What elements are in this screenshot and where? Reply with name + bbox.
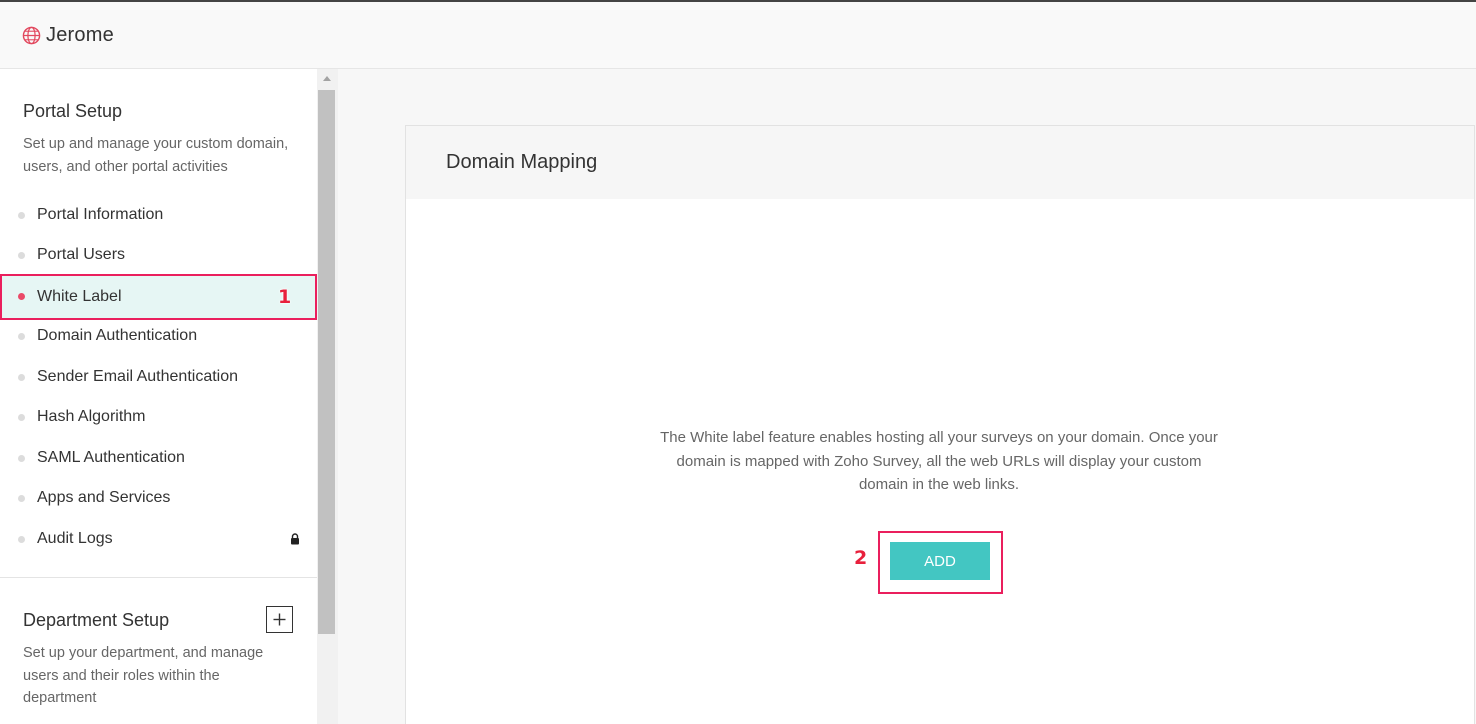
department-setup-title: Department Setup [23, 610, 170, 630]
bullet-icon [18, 293, 25, 300]
top-bar: Jerome [0, 0, 1476, 69]
main-content: Domain Mapping The White label feature e… [338, 69, 1476, 724]
globe-icon [22, 26, 41, 44]
section-divider [0, 577, 317, 578]
sidebar-item-portal-users[interactable]: Portal Users [0, 235, 317, 275]
bullet-icon [18, 455, 25, 462]
portal-setup-title: Portal Setup [23, 101, 123, 121]
sidebar-item-apps-and-services[interactable]: Apps and Services [0, 478, 317, 518]
card-title: Domain Mapping [406, 126, 1474, 199]
scrollbar-thumb[interactable] [318, 90, 335, 634]
bullet-icon [18, 374, 25, 381]
add-button[interactable]: ADD [890, 542, 990, 580]
sidebar-item-portal-information[interactable]: Portal Information [0, 195, 317, 235]
bullet-icon [18, 414, 25, 421]
sidebar-scrollbar[interactable] [317, 69, 338, 724]
bullet-icon [18, 536, 25, 543]
scroll-up-arrow-icon[interactable] [323, 76, 331, 81]
bullet-icon [18, 252, 25, 259]
sidebar-item-saml-authentication[interactable]: SAML Authentication [0, 438, 317, 478]
step-marker-2: 2 [854, 547, 868, 569]
white-label-description: The White label feature enables hosting … [660, 429, 1218, 493]
lock-icon [291, 533, 299, 545]
add-department-button[interactable] [266, 606, 293, 633]
sidebar-item-label: Portal Information [37, 206, 164, 223]
sidebar-item-audit-logs[interactable]: Audit Logs [0, 519, 317, 559]
org-name[interactable]: Jerome [46, 24, 114, 47]
sidebar-item-domain-authentication[interactable]: Domain Authentication [0, 316, 317, 356]
sidebar-item-label: White Label [37, 288, 122, 305]
sidebar-item-label: Domain Authentication [37, 327, 198, 344]
sidebar-item-hash-algorithm[interactable]: Hash Algorithm [0, 397, 317, 437]
bullet-icon [18, 212, 25, 219]
plus-icon [273, 613, 286, 626]
bullet-icon [18, 333, 25, 340]
sidebar-item-label: Portal Users [37, 246, 126, 263]
sidebar-item-white-label[interactable]: White Label 1 [0, 274, 317, 320]
sidebar-item-label: Apps and Services [37, 489, 171, 506]
step-marker-1: 1 [278, 286, 292, 308]
portal-setup-description: Set up and manage your custom domain, us… [23, 136, 289, 175]
sidebar-item-label: Sender Email Authentication [37, 368, 239, 385]
department-setup-description: Set up your department, and manage users… [23, 645, 264, 706]
sidebar-item-label: SAML Authentication [37, 449, 185, 466]
bullet-icon [18, 495, 25, 502]
sidebar-item-label: Audit Logs [37, 530, 113, 547]
sidebar-item-label: Hash Algorithm [37, 408, 146, 425]
sidebar: Portal Setup Set up and manage your cust… [0, 69, 317, 724]
sidebar-item-sender-email-authentication[interactable]: Sender Email Authentication [0, 357, 317, 397]
domain-mapping-card: Domain Mapping The White label feature e… [405, 125, 1475, 724]
